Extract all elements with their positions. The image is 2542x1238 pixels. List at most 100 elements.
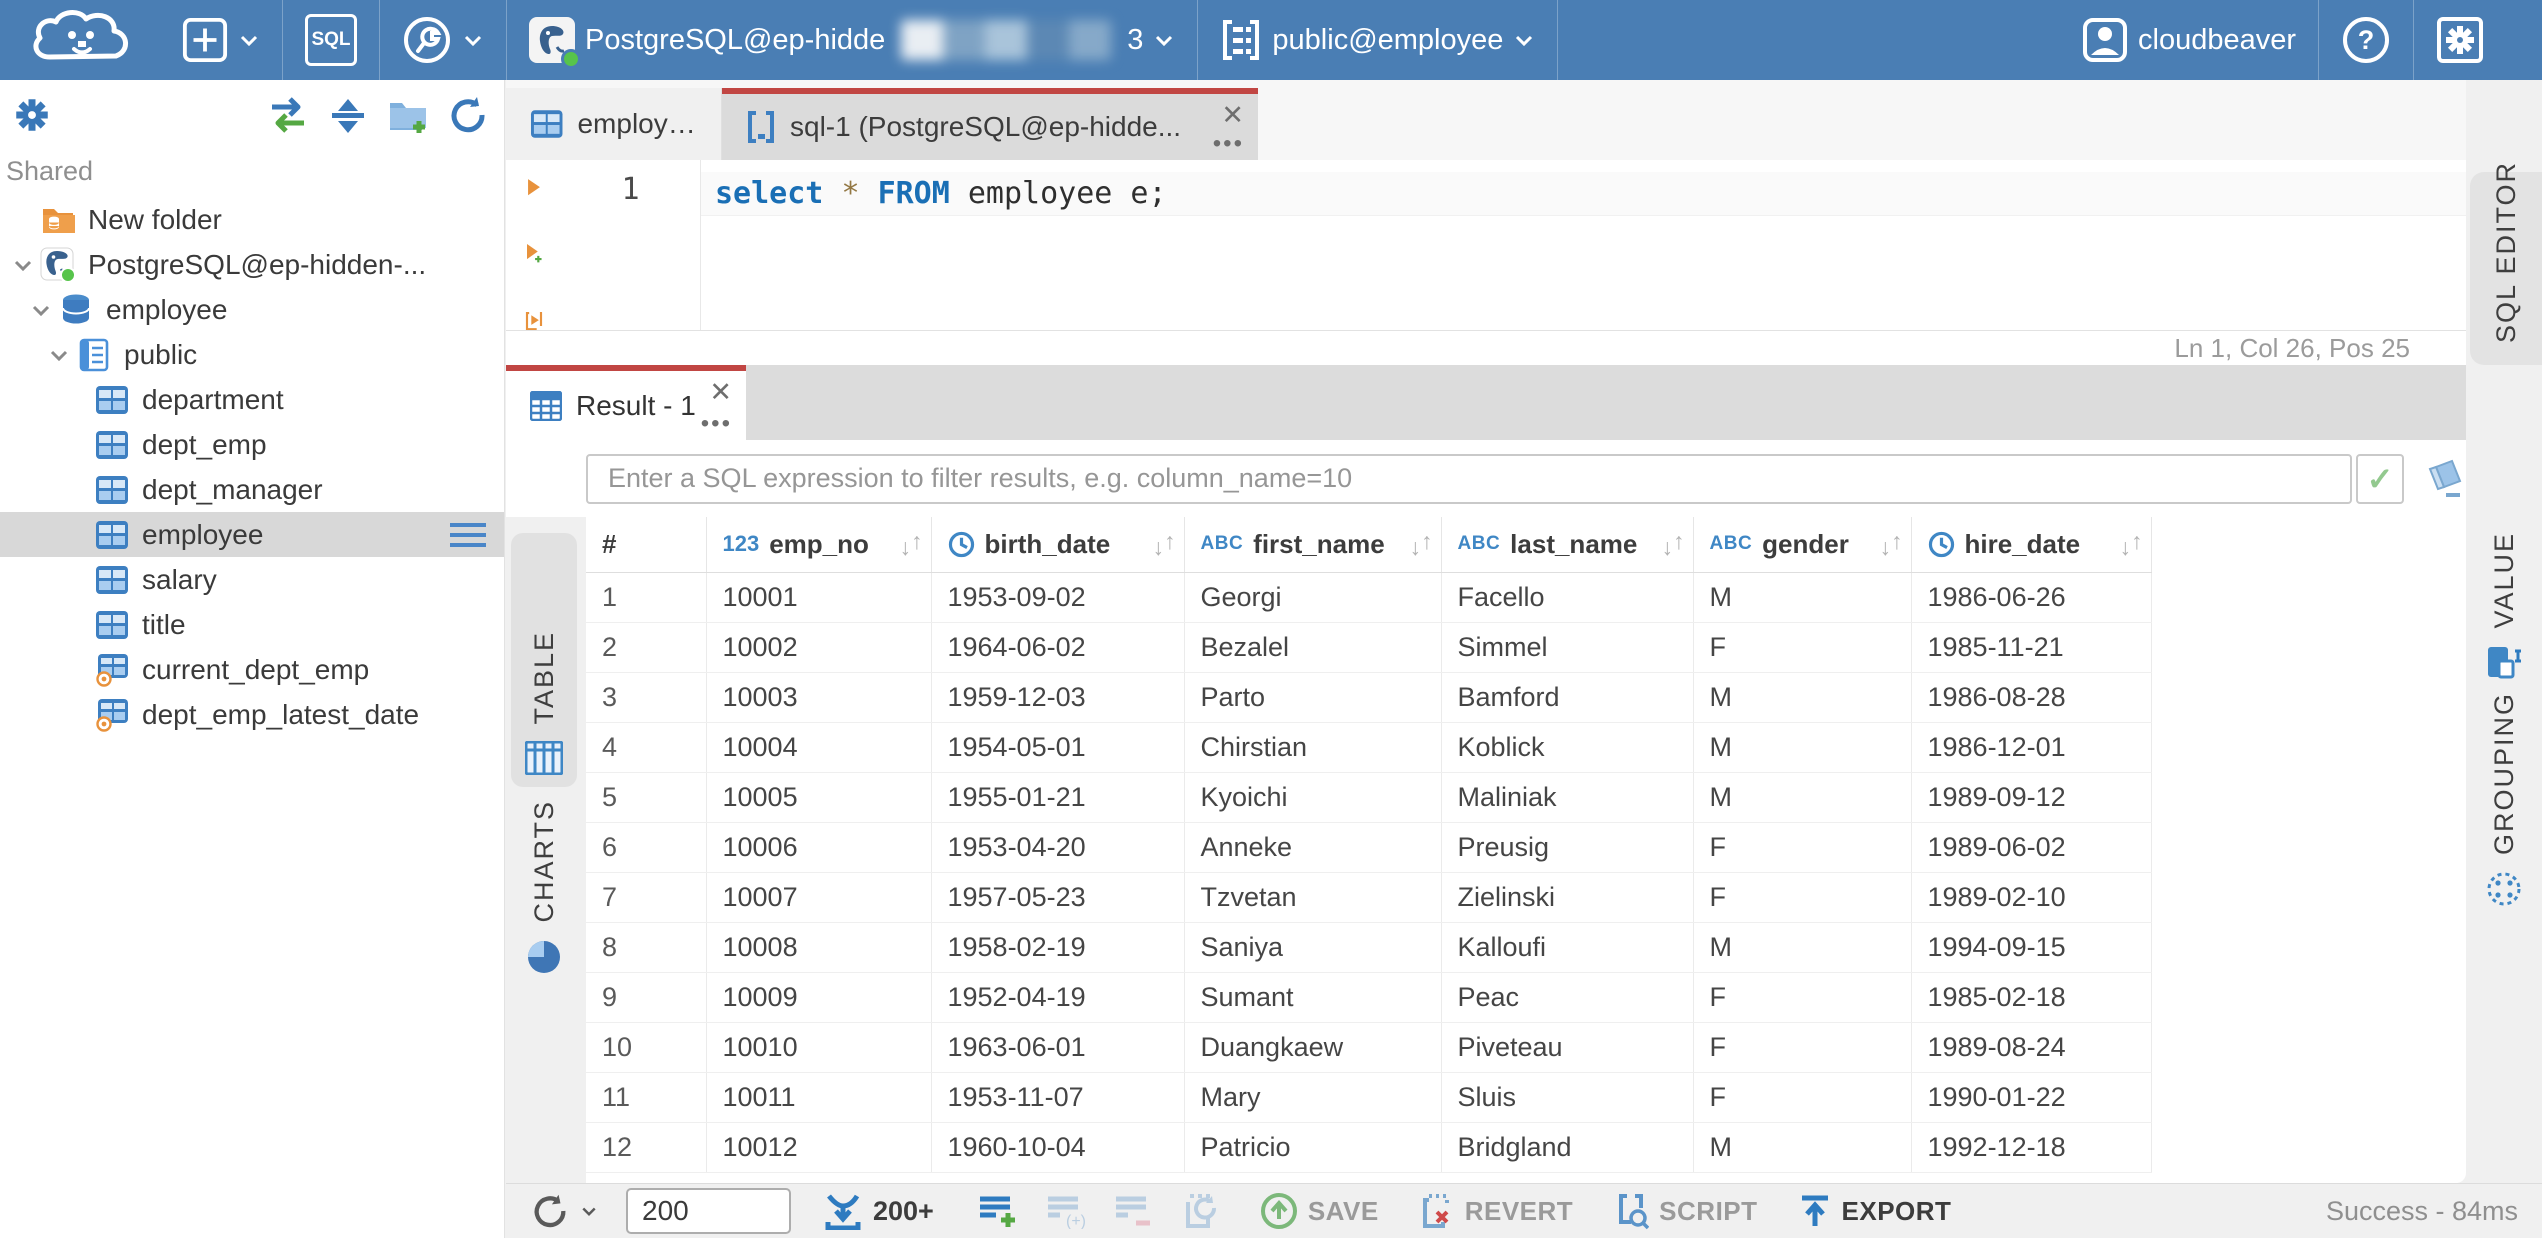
data-cell[interactable]: 1992-12-18 <box>1911 1122 2152 1173</box>
schema-selector[interactable]: public@employee <box>1198 0 1557 80</box>
data-cell[interactable]: Georgi <box>1184 572 1442 623</box>
sort-icon[interactable]: ↓ ↑ <box>1880 528 1903 560</box>
tab-table-presentation[interactable]: TABLE <box>511 533 577 787</box>
data-cell[interactable]: 1990-01-22 <box>1911 1072 2152 1123</box>
data-cell[interactable]: 1958-02-19 <box>931 922 1185 973</box>
data-cell[interactable]: 1953-11-07 <box>931 1072 1185 1123</box>
execute-new-tab-icon[interactable] <box>517 244 551 263</box>
data-cell[interactable]: Duangkaew <box>1184 1022 1442 1073</box>
data-cell[interactable]: 1963-06-01 <box>931 1022 1185 1073</box>
data-cell[interactable]: Koblick <box>1441 722 1694 773</box>
tree-item-current-dept-emp[interactable]: current_dept_emp <box>0 647 504 692</box>
tab-sql-editor-panel[interactable]: SQL EDITOR <box>2470 161 2542 365</box>
data-cell[interactable]: M <box>1693 922 1912 973</box>
data-cell[interactable]: 1985-02-18 <box>1911 972 2152 1023</box>
expand-arrow-icon[interactable] <box>6 254 40 276</box>
data-cell[interactable]: 10001 <box>706 572 932 623</box>
data-cell[interactable]: 10008 <box>706 922 932 973</box>
execute-icon[interactable] <box>519 178 549 196</box>
sync-navigation-button[interactable] <box>266 93 310 137</box>
tree-item-salary[interactable]: salary <box>0 557 504 602</box>
data-cell[interactable]: Preusig <box>1441 822 1694 873</box>
data-cell[interactable]: 10010 <box>706 1022 932 1073</box>
sort-icon[interactable]: ↓ ↑ <box>900 528 923 560</box>
data-cell[interactable]: 1952-04-19 <box>931 972 1185 1023</box>
data-cell[interactable]: 10002 <box>706 622 932 673</box>
data-cell[interactable]: Patricio <box>1184 1122 1442 1173</box>
tree-item-dept-emp-latest-date[interactable]: dept_emp_latest_date <box>0 692 504 737</box>
refresh-document-button[interactable] <box>1182 1192 1220 1230</box>
sidebar-settings-button[interactable] <box>10 93 54 137</box>
data-cell[interactable]: 1994-09-15 <box>1911 922 2152 973</box>
data-cell[interactable]: 1955-01-21 <box>931 772 1185 823</box>
tree-item-title[interactable]: title <box>0 602 504 647</box>
new-connection-button[interactable] <box>160 0 282 80</box>
data-cell[interactable]: M <box>1693 672 1912 723</box>
sort-icon[interactable]: ↓ ↑ <box>1410 528 1433 560</box>
data-cell[interactable]: 10006 <box>706 822 932 873</box>
tree-item-department[interactable]: department <box>0 377 504 422</box>
help-button[interactable]: ? <box>2319 0 2413 80</box>
data-cell[interactable]: Simmel <box>1441 622 1694 673</box>
data-cell[interactable]: Sumant <box>1184 972 1442 1023</box>
data-cell[interactable]: 10007 <box>706 872 932 923</box>
duplicate-row-button[interactable]: (+) <box>1046 1193 1086 1229</box>
user-menu[interactable]: cloudbeaver <box>2060 0 2318 80</box>
data-cell[interactable]: Anneke <box>1184 822 1442 873</box>
tab-menu-icon[interactable]: ••• <box>701 412 732 436</box>
data-cell[interactable]: F <box>1693 1022 1912 1073</box>
data-cell[interactable]: 1986-06-26 <box>1911 572 2152 623</box>
data-cell[interactable]: 1989-02-10 <box>1911 872 2152 923</box>
data-cell[interactable]: Parto <box>1184 672 1442 723</box>
data-cell[interactable]: Kalloufi <box>1441 922 1694 973</box>
tree-item-employee[interactable]: employee <box>0 287 504 332</box>
data-cell[interactable]: 10009 <box>706 972 932 1023</box>
apply-filter-button[interactable]: ✓ <box>2356 453 2404 504</box>
data-cell[interactable]: Piveteau <box>1441 1022 1694 1073</box>
tree-item-dept-emp[interactable]: dept_emp <box>0 422 504 467</box>
refresh-result-button[interactable] <box>530 1191 598 1231</box>
data-cell[interactable]: 1964-06-02 <box>931 622 1185 673</box>
column-header-last_name[interactable]: ABC last_name ↓ ↑ <box>1441 517 1694 573</box>
script-button[interactable]: SCRIPT <box>1613 1192 1757 1230</box>
collapse-all-button[interactable] <box>326 93 370 137</box>
data-cell[interactable]: Zielinski <box>1441 872 1694 923</box>
data-cell[interactable]: Mary <box>1184 1072 1442 1123</box>
data-cell[interactable]: 1989-08-24 <box>1911 1022 2152 1073</box>
data-cell[interactable]: Bamford <box>1441 672 1694 723</box>
data-cell[interactable]: 1953-04-20 <box>931 822 1185 873</box>
expand-arrow-icon[interactable] <box>24 299 58 321</box>
data-cell[interactable]: 1954-05-01 <box>931 722 1185 773</box>
sql-statement[interactable]: select * FROM employee e; <box>701 172 2466 216</box>
result-table[interactable]: #123 emp_no ↓ ↑ birth_date ↓ ↑ ABC first_name ↓ ↑ A… <box>586 517 2152 1173</box>
new-folder-button[interactable] <box>386 93 430 137</box>
filter-input[interactable] <box>586 453 2353 504</box>
data-cell[interactable]: 1989-09-12 <box>1911 772 2152 823</box>
add-row-button[interactable] <box>978 1193 1018 1229</box>
close-icon[interactable]: ✕ <box>709 379 732 406</box>
tree-item-public[interactable]: public <box>0 332 504 377</box>
driver-menu-button[interactable] <box>380 0 506 80</box>
data-cell[interactable]: F <box>1693 622 1912 673</box>
tab-charts-presentation[interactable]: CHARTS <box>511 800 577 975</box>
data-cell[interactable]: Peac <box>1441 972 1694 1023</box>
clear-filter-button[interactable] <box>2422 459 2466 499</box>
data-cell[interactable]: 1960-10-04 <box>931 1122 1185 1173</box>
code-area[interactable]: select * FROM employee e; <box>701 160 2466 330</box>
data-cell[interactable]: 10011 <box>706 1072 932 1123</box>
tab-grouping-panel[interactable]: GROUPING <box>2466 692 2542 907</box>
data-cell[interactable]: Chirstian <box>1184 722 1442 773</box>
data-cell[interactable]: M <box>1693 722 1912 773</box>
data-cell[interactable]: M <box>1693 572 1912 623</box>
data-cell[interactable]: F <box>1693 872 1912 923</box>
tab-result-1[interactable]: Result - 1 ✕ ••• <box>506 365 746 440</box>
item-menu-icon[interactable] <box>450 522 486 547</box>
data-cell[interactable]: Sluis <box>1441 1072 1694 1123</box>
data-cell[interactable]: 10005 <box>706 772 932 823</box>
tree-item-postgresql-ep-hidden-[interactable]: PostgreSQL@ep-hidden-... <box>0 242 504 287</box>
tree-item-new-folder[interactable]: New folder <box>0 197 504 242</box>
data-cell[interactable]: 1985-11-21 <box>1911 622 2152 673</box>
data-cell[interactable]: 1986-12-01 <box>1911 722 2152 773</box>
sort-icon[interactable]: ↓ ↑ <box>2120 528 2143 560</box>
sort-icon[interactable]: ↓ ↑ <box>1153 528 1176 560</box>
